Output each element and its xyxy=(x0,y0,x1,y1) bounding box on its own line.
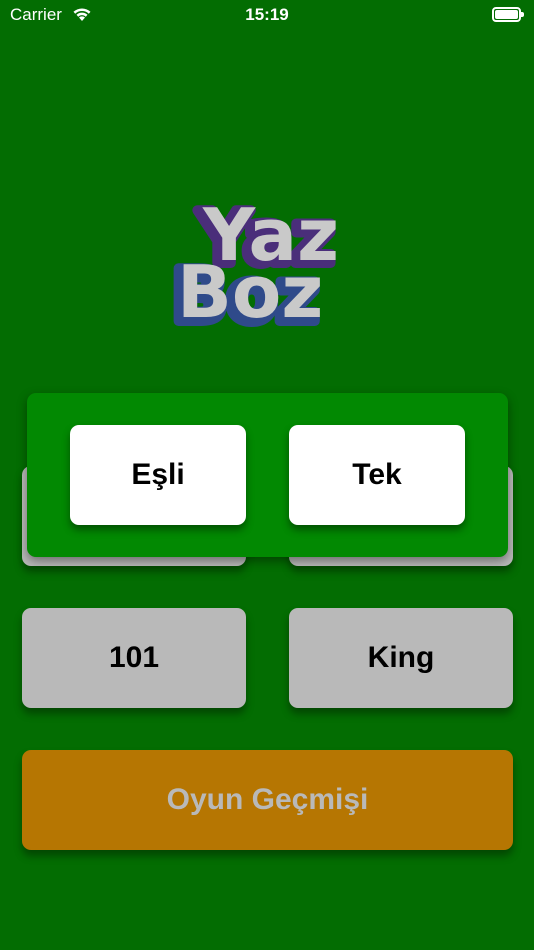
status-bar: Carrier 15:19 xyxy=(0,0,534,30)
mode-paired-button[interactable]: Eşli xyxy=(70,425,246,525)
yazboz-logo: Yaz Boz Yaz Boz xyxy=(160,185,375,343)
battery-icon xyxy=(492,7,524,22)
game-king-button[interactable]: King xyxy=(289,608,513,708)
clock: 15:19 xyxy=(245,5,289,24)
mode-single-button[interactable]: Tek xyxy=(289,425,465,525)
game-history-button[interactable]: Oyun Geçmişi xyxy=(22,750,513,850)
mode-select-popup: Eşli Tek xyxy=(27,393,508,557)
logo-line2: Boz xyxy=(177,250,323,334)
game-101-button[interactable]: 101 xyxy=(22,608,246,708)
